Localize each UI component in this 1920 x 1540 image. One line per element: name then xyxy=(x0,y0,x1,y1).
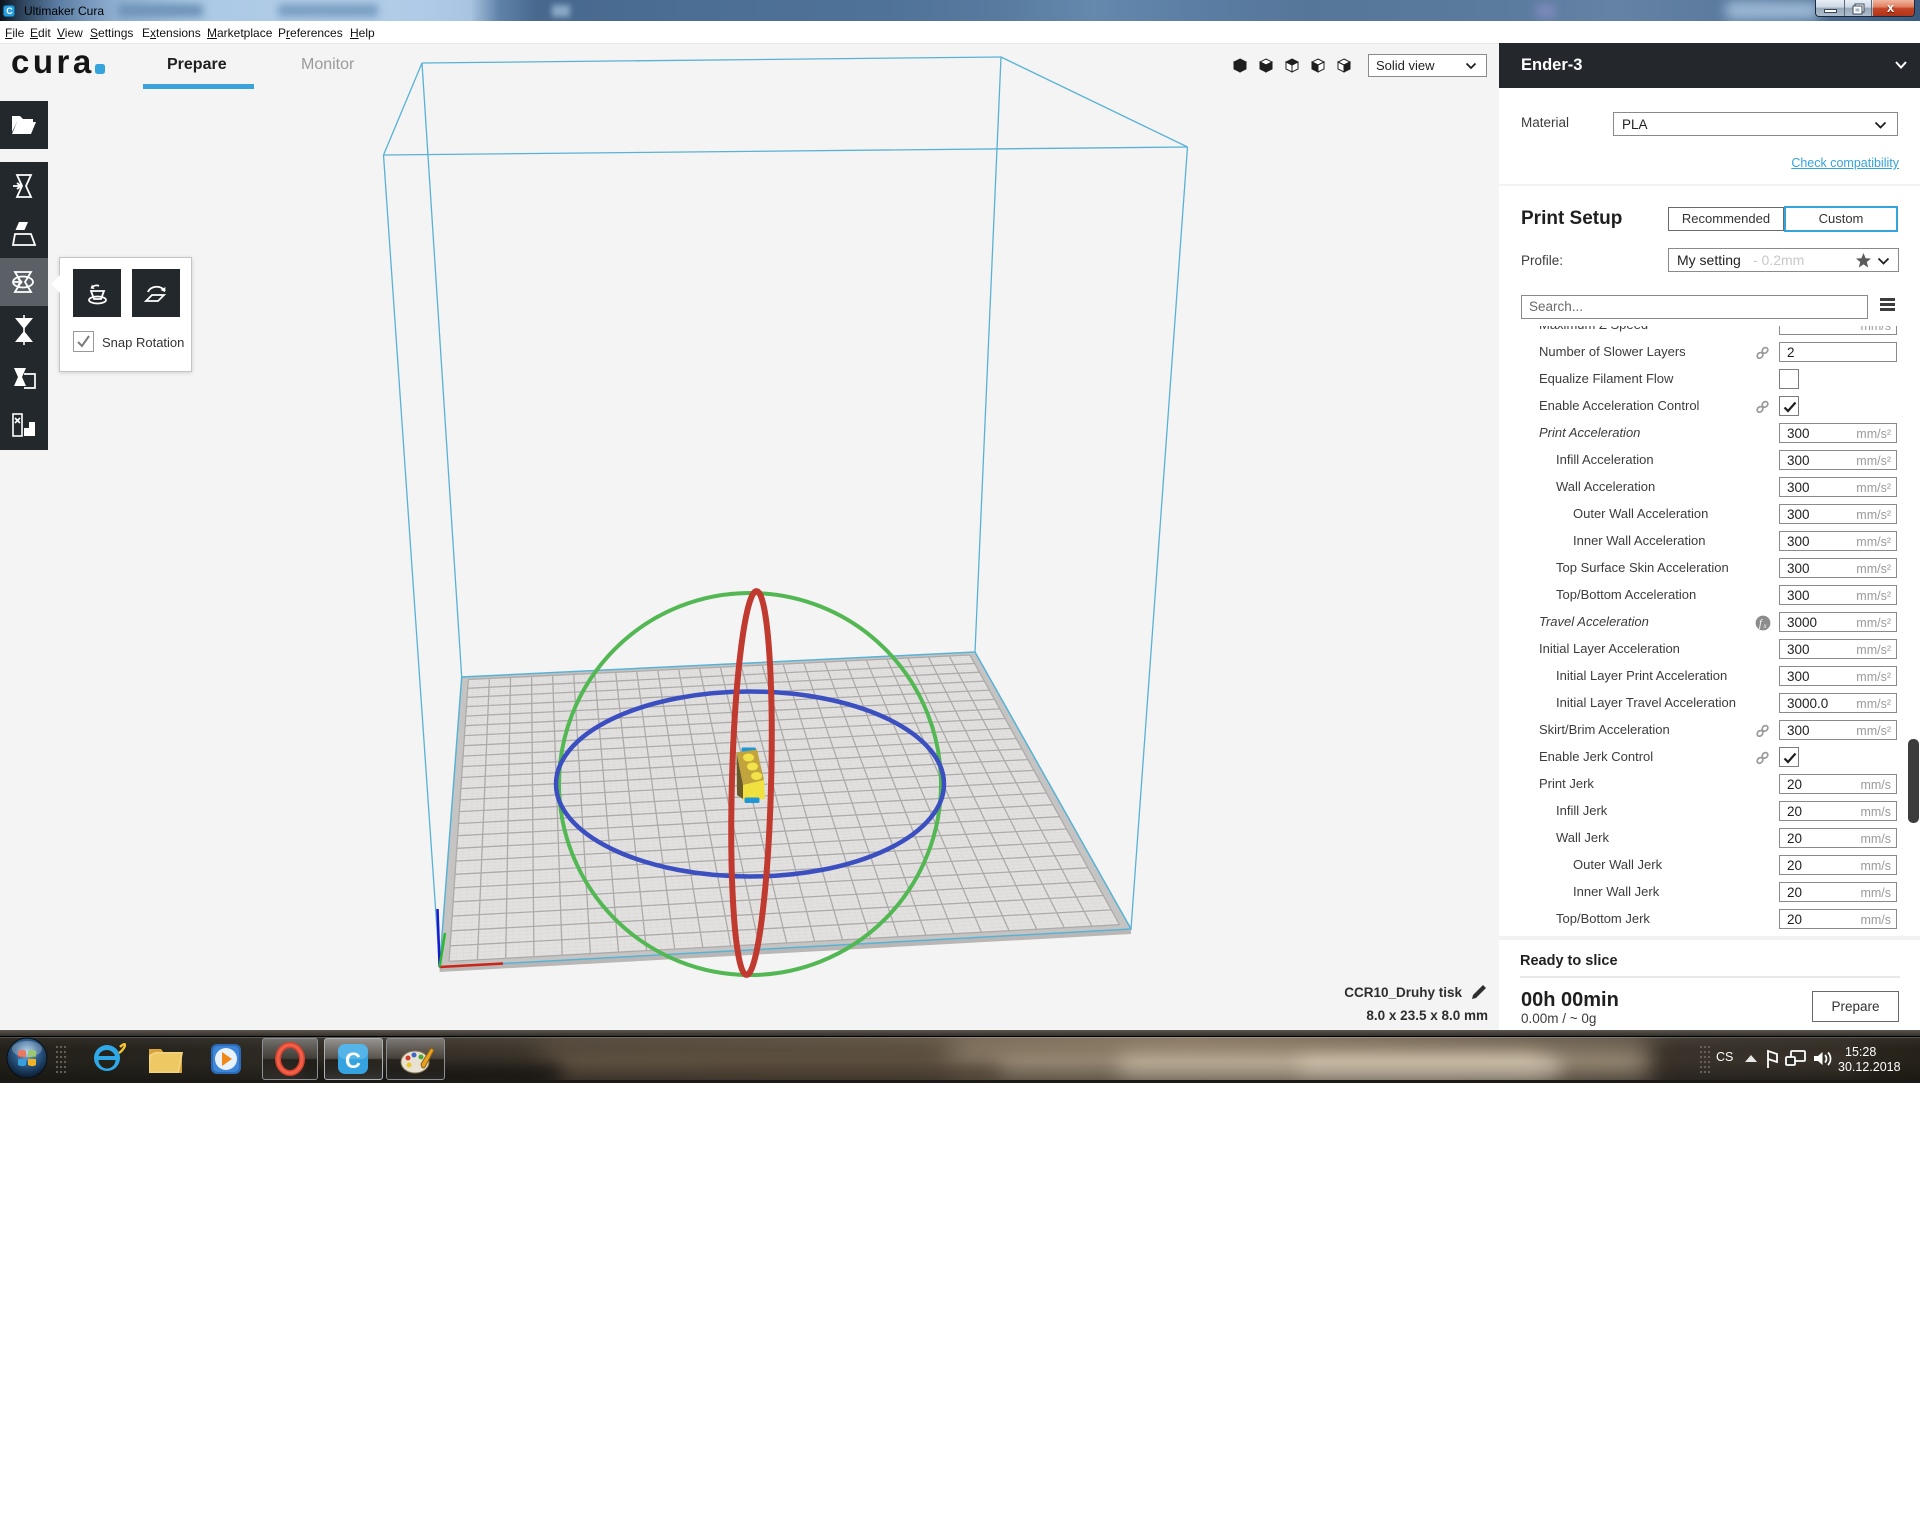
svg-text:C: C xyxy=(345,1048,361,1073)
